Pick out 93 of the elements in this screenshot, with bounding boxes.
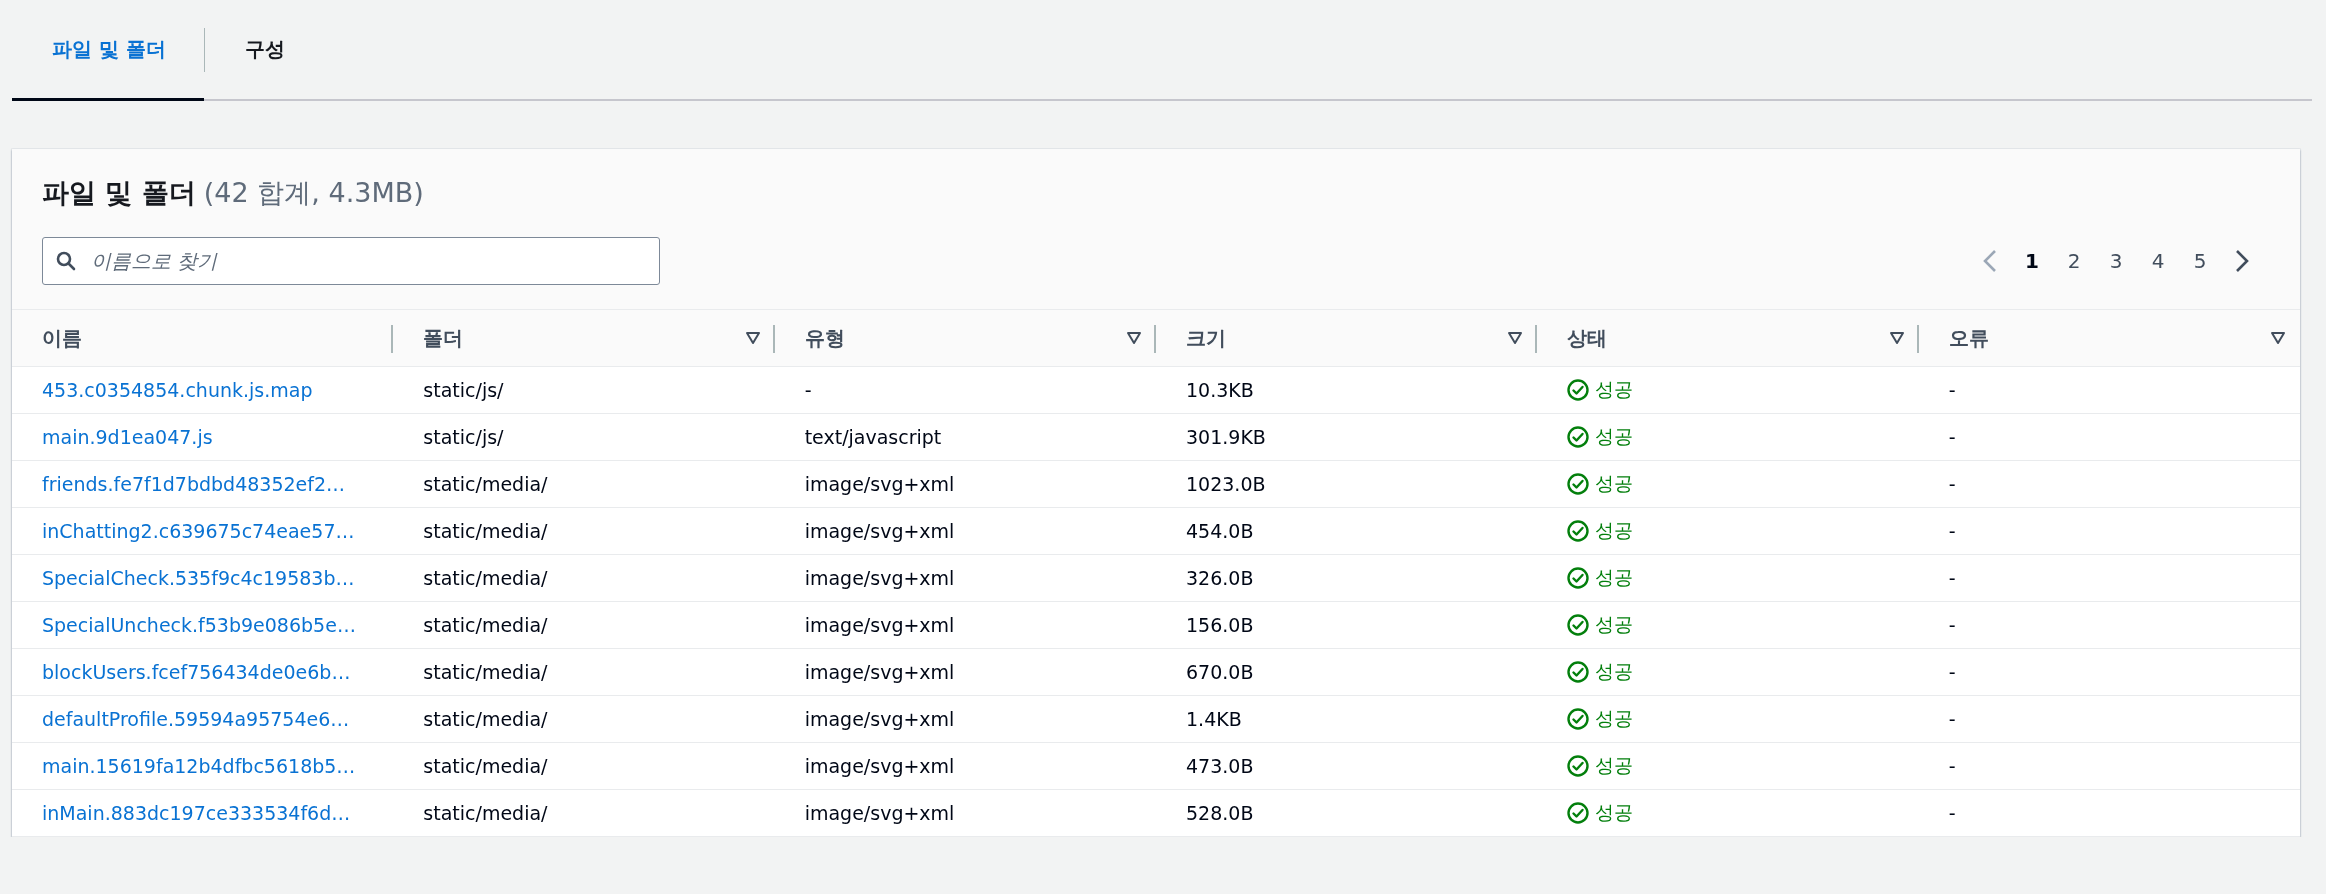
table-cell: static/media/ bbox=[423, 473, 548, 495]
table-cell: - bbox=[1948, 614, 1956, 636]
status-label: 성공 bbox=[1595, 706, 1634, 731]
item-count: (42 합계, 4.3MB) bbox=[203, 176, 424, 210]
check-circle-icon bbox=[1567, 520, 1590, 542]
file-link[interactable]: main.9d1ea047.js bbox=[42, 426, 213, 448]
check-circle-icon bbox=[1567, 708, 1590, 730]
table-cell: static/media/ bbox=[423, 661, 548, 683]
filter-icon[interactable] bbox=[2270, 331, 2286, 345]
table-cell: 1023.0B bbox=[1186, 473, 1266, 495]
filter-icon[interactable] bbox=[1888, 331, 1905, 345]
file-link[interactable]: SpecialCheck.535f9c4c19583b… bbox=[42, 567, 355, 589]
table-cell: - bbox=[1948, 567, 1956, 589]
table-cell: static/media/ bbox=[423, 755, 548, 777]
table-cell: 326.0B bbox=[1186, 567, 1254, 589]
table-cell: static/media/ bbox=[423, 614, 548, 636]
table-cell: static/media/ bbox=[423, 567, 548, 589]
table-cell: - bbox=[1948, 520, 1956, 542]
table-cell: image/svg+xml bbox=[804, 614, 955, 636]
check-circle-icon bbox=[1567, 614, 1590, 636]
table-cell: 10.3KB bbox=[1186, 379, 1254, 401]
column-header[interactable]: 상태 bbox=[1537, 309, 1919, 367]
table-cell: 156.0B bbox=[1186, 614, 1254, 636]
check-circle-icon bbox=[1567, 426, 1590, 448]
file-link[interactable]: blockUsers.fcef756434de0e6b… bbox=[42, 661, 351, 683]
table-cell: - bbox=[1948, 426, 1956, 448]
column-header[interactable]: 오류 bbox=[1918, 309, 2300, 367]
table-cell: - bbox=[804, 379, 812, 401]
table-cell: image/svg+xml bbox=[804, 473, 955, 495]
file-link[interactable]: inChatting2.c639675c74eae57… bbox=[42, 520, 355, 542]
tab[interactable]: 파일 및 폴더 bbox=[12, 0, 204, 101]
table-cell: - bbox=[1948, 473, 1956, 495]
status-label: 성공 bbox=[1595, 471, 1634, 496]
table-cell: - bbox=[1948, 379, 1956, 401]
file-link[interactable]: defaultProfile.59594a95754e6… bbox=[42, 708, 350, 730]
table-cell: 1.4KB bbox=[1186, 708, 1242, 730]
status-label: 성공 bbox=[1595, 800, 1634, 825]
table-cell: 301.9KB bbox=[1186, 426, 1266, 448]
column-header[interactable]: 유형 bbox=[774, 309, 1156, 367]
page-number[interactable]: 1 bbox=[2014, 243, 2050, 279]
status-label: 성공 bbox=[1595, 518, 1634, 543]
table-cell: 473.0B bbox=[1186, 755, 1254, 777]
table-cell: image/svg+xml bbox=[804, 755, 955, 777]
table-cell: - bbox=[1948, 708, 1956, 730]
table-cell: image/svg+xml bbox=[804, 708, 955, 730]
filter-icon[interactable] bbox=[1507, 331, 1524, 345]
file-link[interactable]: friends.fe7f1d7bdbd48352ef2… bbox=[42, 473, 346, 495]
check-circle-icon bbox=[1567, 473, 1590, 495]
table-cell: 528.0B bbox=[1186, 802, 1254, 824]
status-label: 성공 bbox=[1595, 753, 1634, 778]
page-number[interactable]: 2 bbox=[2056, 243, 2092, 279]
check-circle-icon bbox=[1567, 567, 1590, 589]
page-number[interactable]: 3 bbox=[2098, 243, 2134, 279]
table-cell: static/js/ bbox=[423, 379, 504, 401]
column-header[interactable]: 크기 bbox=[1156, 309, 1538, 367]
table-cell: image/svg+xml bbox=[804, 661, 955, 683]
tab[interactable]: 구성 bbox=[204, 0, 323, 101]
search-icon bbox=[56, 251, 76, 271]
table-cell: image/svg+xml bbox=[804, 567, 955, 589]
table-cell: - bbox=[1948, 755, 1956, 777]
filter-icon[interactable] bbox=[1126, 331, 1142, 345]
status-label: 성공 bbox=[1595, 377, 1634, 402]
table-cell: 670.0B bbox=[1186, 661, 1254, 683]
table-cell: static/media/ bbox=[423, 708, 548, 730]
status-label: 성공 bbox=[1595, 659, 1634, 684]
file-link[interactable]: SpecialUncheck.f53b9e086b5e… bbox=[42, 614, 356, 636]
table-cell: image/svg+xml bbox=[804, 802, 955, 824]
table-cell: - bbox=[1948, 661, 1956, 683]
status-label: 성공 bbox=[1595, 424, 1634, 449]
panel-title: 파일 및 폴더 bbox=[42, 176, 196, 210]
check-circle-icon bbox=[1567, 379, 1590, 401]
table-cell: - bbox=[1948, 802, 1956, 824]
status-label: 성공 bbox=[1595, 612, 1634, 637]
filter-icon[interactable] bbox=[744, 331, 761, 345]
file-link[interactable]: inMain.883dc197ce333534f6d… bbox=[42, 802, 351, 824]
check-circle-icon bbox=[1567, 802, 1590, 824]
chevron-right-icon[interactable] bbox=[2235, 249, 2249, 273]
table-cell: 454.0B bbox=[1186, 520, 1254, 542]
page-number[interactable]: 5 bbox=[2182, 243, 2218, 279]
table-cell: static/js/ bbox=[423, 426, 504, 448]
table-cell: static/media/ bbox=[423, 802, 548, 824]
table-cell: static/media/ bbox=[423, 520, 548, 542]
status-label: 성공 bbox=[1595, 565, 1634, 590]
table-cell: image/svg+xml bbox=[804, 520, 955, 542]
search-field[interactable]: 이름으로 찾기 bbox=[42, 237, 660, 285]
check-circle-icon bbox=[1567, 755, 1590, 777]
column-header[interactable]: 폴더 bbox=[393, 309, 775, 367]
file-link[interactable]: 453.c0354854.chunk.js.map bbox=[42, 379, 313, 401]
page-number[interactable]: 4 bbox=[2140, 243, 2176, 279]
file-link[interactable]: main.15619fa12b4dfbc5618b5… bbox=[42, 755, 356, 777]
check-circle-icon bbox=[1567, 661, 1590, 683]
column-header[interactable]: 이름 bbox=[12, 309, 394, 367]
table-cell: text/javascript bbox=[804, 426, 942, 448]
